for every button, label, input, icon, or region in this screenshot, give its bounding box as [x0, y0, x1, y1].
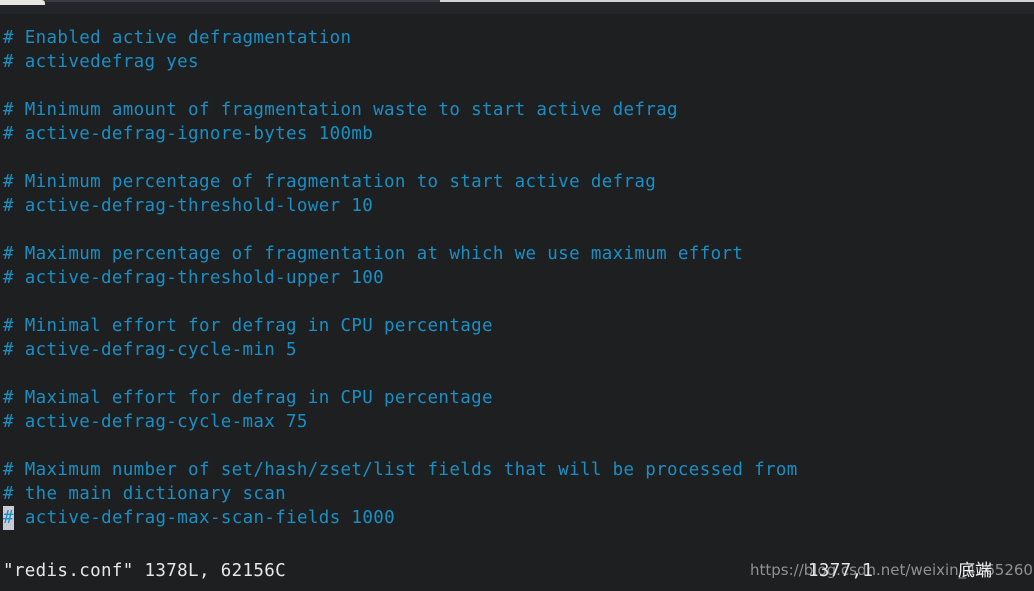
terminal-window[interactable]: # Enabled active defragmentation # activ…	[0, 14, 1034, 591]
code-line: # Minimal effort for defrag in CPU perce…	[3, 316, 493, 336]
code-line: # active-defrag-threshold-lower 10	[3, 196, 374, 216]
code-line: # active-defrag-ignore-bytes 100mb	[3, 124, 374, 144]
code-line: # active-defrag-cycle-min 5	[3, 340, 297, 360]
vim-status-ruler: 1377,1	[808, 561, 874, 581]
code-line: # Minimum amount of fragmentation waste …	[3, 100, 678, 120]
code-line: # Maximum percentage of fragmentation at…	[3, 244, 744, 264]
block-cursor[interactable]: #	[3, 506, 14, 530]
code-line: # Enabled active defragmentation	[3, 28, 352, 48]
vim-text-buffer[interactable]: # Enabled active defragmentation # activ…	[3, 26, 1031, 530]
code-line: # the main dictionary scan	[3, 484, 287, 504]
screenshot-root: # Enabled active defragmentation # activ…	[0, 0, 1034, 591]
cursor-line-text: active-defrag-max-scan-fields 1000	[14, 508, 396, 528]
vim-status-position-hint: 底端	[958, 561, 992, 581]
code-line: # activedefrag yes	[3, 52, 199, 72]
code-line: # active-defrag-threshold-upper 100	[3, 268, 385, 288]
code-line: # Maximal effort for defrag in CPU perce…	[3, 388, 493, 408]
browser-tab-sliver[interactable]	[0, 0, 45, 5]
window-chrome-bar	[0, 0, 1034, 14]
code-line: # active-defrag-cycle-max 75	[3, 412, 308, 432]
code-line: # Maximum number of set/hash/zset/list f…	[3, 460, 798, 480]
code-line-with-cursor: # active-defrag-max-scan-fields 1000	[3, 506, 1031, 530]
window-edge-highlight	[440, 0, 1034, 2]
code-line: # Minimum percentage of fragmentation to…	[3, 172, 657, 192]
